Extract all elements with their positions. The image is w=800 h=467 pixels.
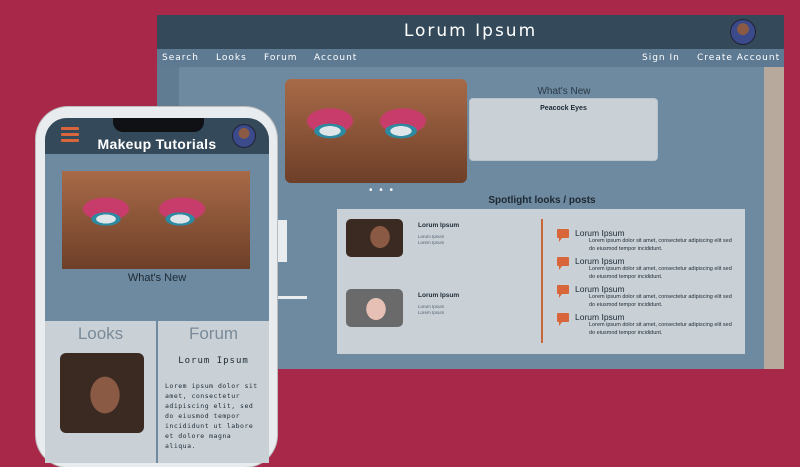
- site-title: Lorum Ipsum: [403, 21, 538, 41]
- app-title: Makeup Tutorials: [97, 136, 217, 152]
- comment-body: Lorem ipsum dolor sit amet, consectetur …: [589, 322, 732, 336]
- forum-post-body: Lorem ipsum dolor sit amet, consectetur …: [165, 382, 258, 450]
- spotlight-post-sub: Lorum Ipsum Lorem Ipsum: [418, 234, 445, 245]
- hero-image[interactable]: [62, 171, 250, 269]
- nav-create-account[interactable]: Create Account: [697, 53, 780, 63]
- avatar[interactable]: [730, 19, 756, 45]
- phone-screen: Makeup Tutorials What's New Looks Forum …: [45, 118, 269, 463]
- comment-icon: [557, 257, 569, 270]
- whats-new-heading: What's New: [537, 86, 591, 97]
- comment-icon: [557, 285, 569, 298]
- phone-frame: Makeup Tutorials What's New Looks Forum …: [36, 107, 277, 467]
- spotlight-post-name[interactable]: Lorum Ipsum: [418, 222, 459, 229]
- phone-notch: [113, 118, 204, 132]
- comment-body: Lorem ipsum dolor sit amet, consectetur …: [589, 266, 732, 280]
- spotlight-post-name[interactable]: Lorum Ipsum: [418, 292, 459, 299]
- nav-search[interactable]: Search: [162, 53, 199, 63]
- forum-post-title[interactable]: Lorum Ipsum: [158, 356, 269, 366]
- spotlight-divider: [541, 219, 543, 343]
- comment-body: Lorem ipsum dolor sit amet, consectetur …: [589, 238, 732, 252]
- comment-icon: [557, 313, 569, 326]
- column-divider: [156, 321, 158, 463]
- featured-card-title: Peacock Eyes: [540, 105, 587, 112]
- phone-side-button: [277, 220, 287, 262]
- forum-heading[interactable]: Forum: [158, 324, 269, 344]
- phone-lower-panel: Looks Forum Lorum Ipsum Lorem ipsum dolo…: [45, 321, 269, 463]
- nav-forum[interactable]: Forum: [264, 53, 298, 63]
- spotlight-heading: Spotlight looks / posts: [488, 195, 596, 206]
- right-strip: [764, 67, 784, 369]
- whats-new-heading: What's New: [127, 272, 187, 284]
- looks-heading[interactable]: Looks: [45, 324, 156, 344]
- comment-body: Lorem ipsum dolor sit amet, consectetur …: [589, 294, 732, 308]
- nav-account[interactable]: Account: [314, 53, 357, 63]
- desktop-nav: Search Looks Forum Account Sign In Creat…: [157, 49, 784, 67]
- nav-looks[interactable]: Looks: [216, 53, 247, 63]
- comment-icon: [557, 229, 569, 242]
- spotlight-thumbnail[interactable]: [346, 289, 403, 327]
- desktop-header: Lorum Ipsum: [157, 15, 784, 49]
- featured-card[interactable]: Peacock Eyes: [469, 98, 658, 161]
- looks-image[interactable]: [60, 353, 144, 433]
- nav-sign-in[interactable]: Sign In: [642, 53, 680, 63]
- spotlight-panel: Lorum Ipsum Lorum Ipsum Lorem Ipsum Loru…: [337, 209, 745, 354]
- spotlight-thumbnail[interactable]: [346, 219, 403, 257]
- spotlight-post-sub: Lorum Ipsum Lorem Ipsum: [418, 304, 445, 315]
- phone-side-line: [277, 296, 307, 299]
- hero-image[interactable]: [285, 79, 467, 183]
